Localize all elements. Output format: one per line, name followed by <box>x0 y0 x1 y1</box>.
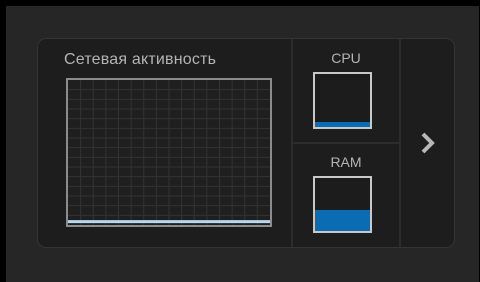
desktop-background: Сетевая активность CPU RAM <box>6 6 479 282</box>
chevron-right-icon <box>421 132 435 154</box>
cpu-usage-fill <box>315 122 370 127</box>
next-page-button[interactable] <box>402 39 454 247</box>
network-activity-title: Сетевая активность <box>64 51 217 68</box>
cpu-label: CPU <box>331 50 361 66</box>
ram-usage-fill <box>315 209 370 231</box>
divider <box>399 39 401 247</box>
performance-widget: Сетевая активность CPU RAM <box>37 38 455 248</box>
cpu-usage-meter <box>313 72 372 129</box>
ram-label: RAM <box>330 154 362 170</box>
divider <box>293 142 399 144</box>
ram-usage-meter <box>313 176 372 233</box>
network-activity-graph <box>66 78 272 227</box>
